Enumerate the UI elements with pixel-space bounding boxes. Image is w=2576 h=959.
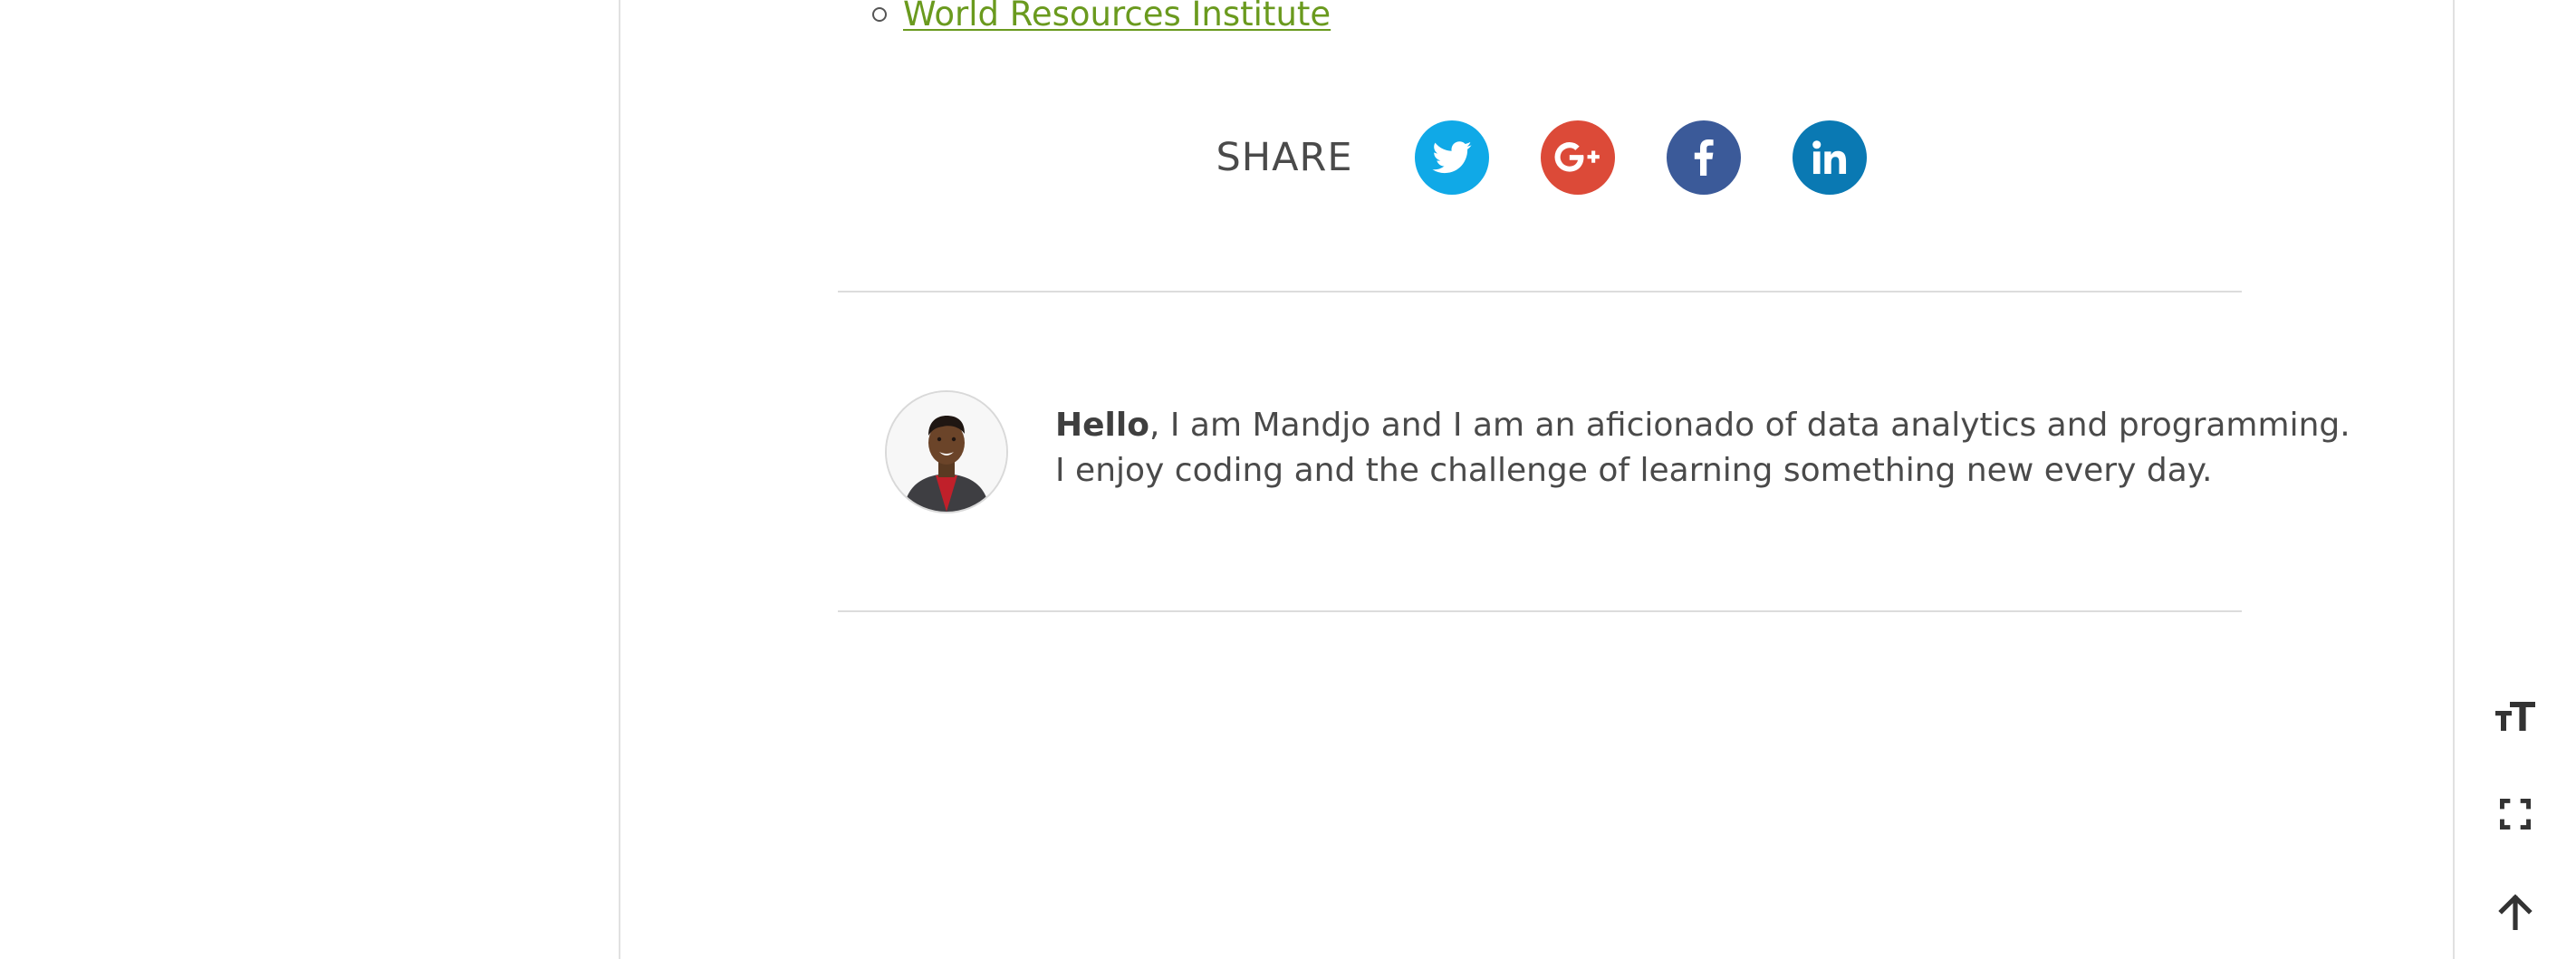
share-twitter-button[interactable] <box>1414 120 1489 195</box>
references-list: World Resources Institute <box>872 0 1331 34</box>
share-bar: SHARE <box>620 120 2453 196</box>
section-divider <box>838 610 2242 612</box>
share-facebook-button[interactable] <box>1666 120 1741 195</box>
bio-greeting: Hello <box>1055 407 1149 444</box>
twitter-icon <box>1431 141 1472 174</box>
bio-line-2: I enjoy coding and the challenge of lear… <box>1055 452 2213 489</box>
fullscreen-icon <box>2500 799 2531 830</box>
google-plus-icon <box>1554 142 1600 172</box>
scroll-to-top-button[interactable] <box>2494 891 2536 933</box>
share-linkedin-button[interactable] <box>1792 120 1867 195</box>
author-bio: Hello, I am Mandjo and I am an aficionad… <box>1055 403 2350 494</box>
avatar <box>885 390 1008 513</box>
list-item: World Resources Institute <box>872 0 1331 34</box>
text-size-icon <box>2495 702 2535 731</box>
author-box: Hello, I am Mandjo and I am an aficionad… <box>885 390 2350 513</box>
bio-line-1: Hello, I am Mandjo and I am an aficionad… <box>1055 403 2350 448</box>
text-size-button[interactable] <box>2494 695 2536 737</box>
linkedin-icon <box>1812 140 1846 175</box>
facebook-icon <box>1694 139 1714 176</box>
circle-bullet-icon <box>872 6 887 22</box>
article-column: World Resources Institute SHARE Hello, I… <box>619 0 2455 959</box>
arrow-up-icon <box>2498 894 2533 930</box>
author-photo <box>887 392 1006 512</box>
share-google-plus-button[interactable] <box>1540 120 1615 195</box>
bio-line-1-text: , I am Mandjo and I am an aficionado of … <box>1149 407 2350 444</box>
page: World Resources Institute SHARE Hello, I… <box>0 0 2576 959</box>
fullscreen-button[interactable] <box>2494 793 2536 835</box>
section-divider <box>838 291 2242 292</box>
reference-link[interactable]: World Resources Institute <box>903 0 1331 34</box>
share-label: SHARE <box>1216 135 1353 180</box>
